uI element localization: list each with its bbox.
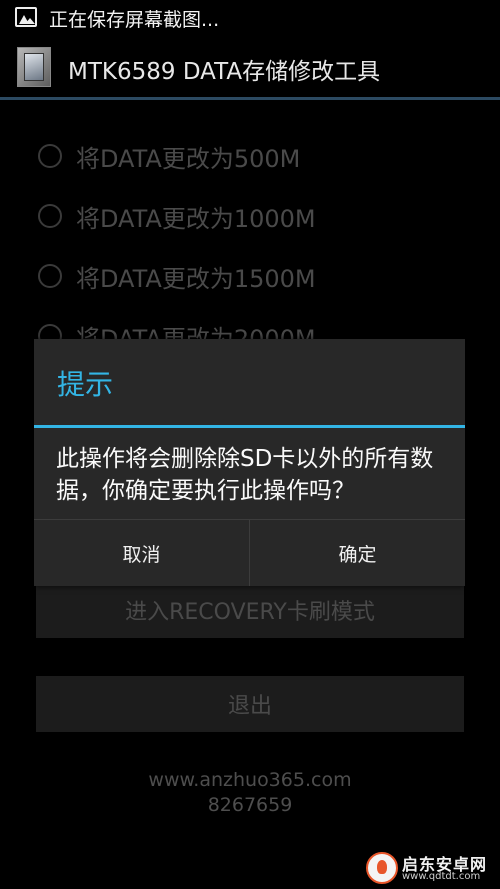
watermark-logo-icon <box>366 852 398 884</box>
status-bar: 正在保存屏幕截图... <box>0 0 500 34</box>
option-500m[interactable]: 将DATA更改为500M <box>38 136 300 176</box>
radio-button[interactable] <box>38 144 62 168</box>
option-label: 将DATA更改为1500M <box>76 264 316 293</box>
footer-number: 8267659 <box>207 794 293 816</box>
app-title: MTK6589 DATA存储修改工具 <box>68 59 381 85</box>
site-watermark: 启东安卓网 www.qdtdt.com <box>362 846 496 888</box>
option-label: 将DATA更改为1000M <box>76 204 316 233</box>
option-1000m[interactable]: 将DATA更改为1000M <box>38 196 316 236</box>
radio-button[interactable] <box>38 204 62 228</box>
footer-url: www.anzhuo365.com <box>148 769 352 791</box>
confirm-dialog: 提示 此操作将会删除除SD卡以外的所有数据，你确定要执行此操作吗？ 取消 确定 <box>34 339 465 586</box>
option-label: 将DATA更改为500M <box>76 144 301 173</box>
confirm-button[interactable]: 确定 <box>249 520 465 586</box>
action-bar: MTK6589 DATA存储修改工具 <box>0 34 500 98</box>
dialog-message: 此操作将会删除除SD卡以外的所有数据，你确定要执行此操作吗？ <box>56 446 434 504</box>
image-notification-icon <box>15 7 37 27</box>
option-1500m[interactable]: 将DATA更改为1500M <box>38 256 316 296</box>
radio-button[interactable] <box>38 264 62 288</box>
dialog-title-divider <box>34 425 465 428</box>
dialog-title: 提示 <box>57 368 114 401</box>
recovery-mode-button[interactable]: 进入RECOVERY卡刷模式 <box>36 582 464 638</box>
exit-button[interactable]: 退出 <box>36 676 464 732</box>
cancel-button[interactable]: 取消 <box>34 520 249 586</box>
dialog-button-bar: 取消 确定 <box>34 519 465 586</box>
app-phone-icon <box>17 47 51 87</box>
watermark-url: www.qdtdt.com <box>402 871 481 882</box>
status-text: 正在保存屏幕截图... <box>49 9 220 31</box>
